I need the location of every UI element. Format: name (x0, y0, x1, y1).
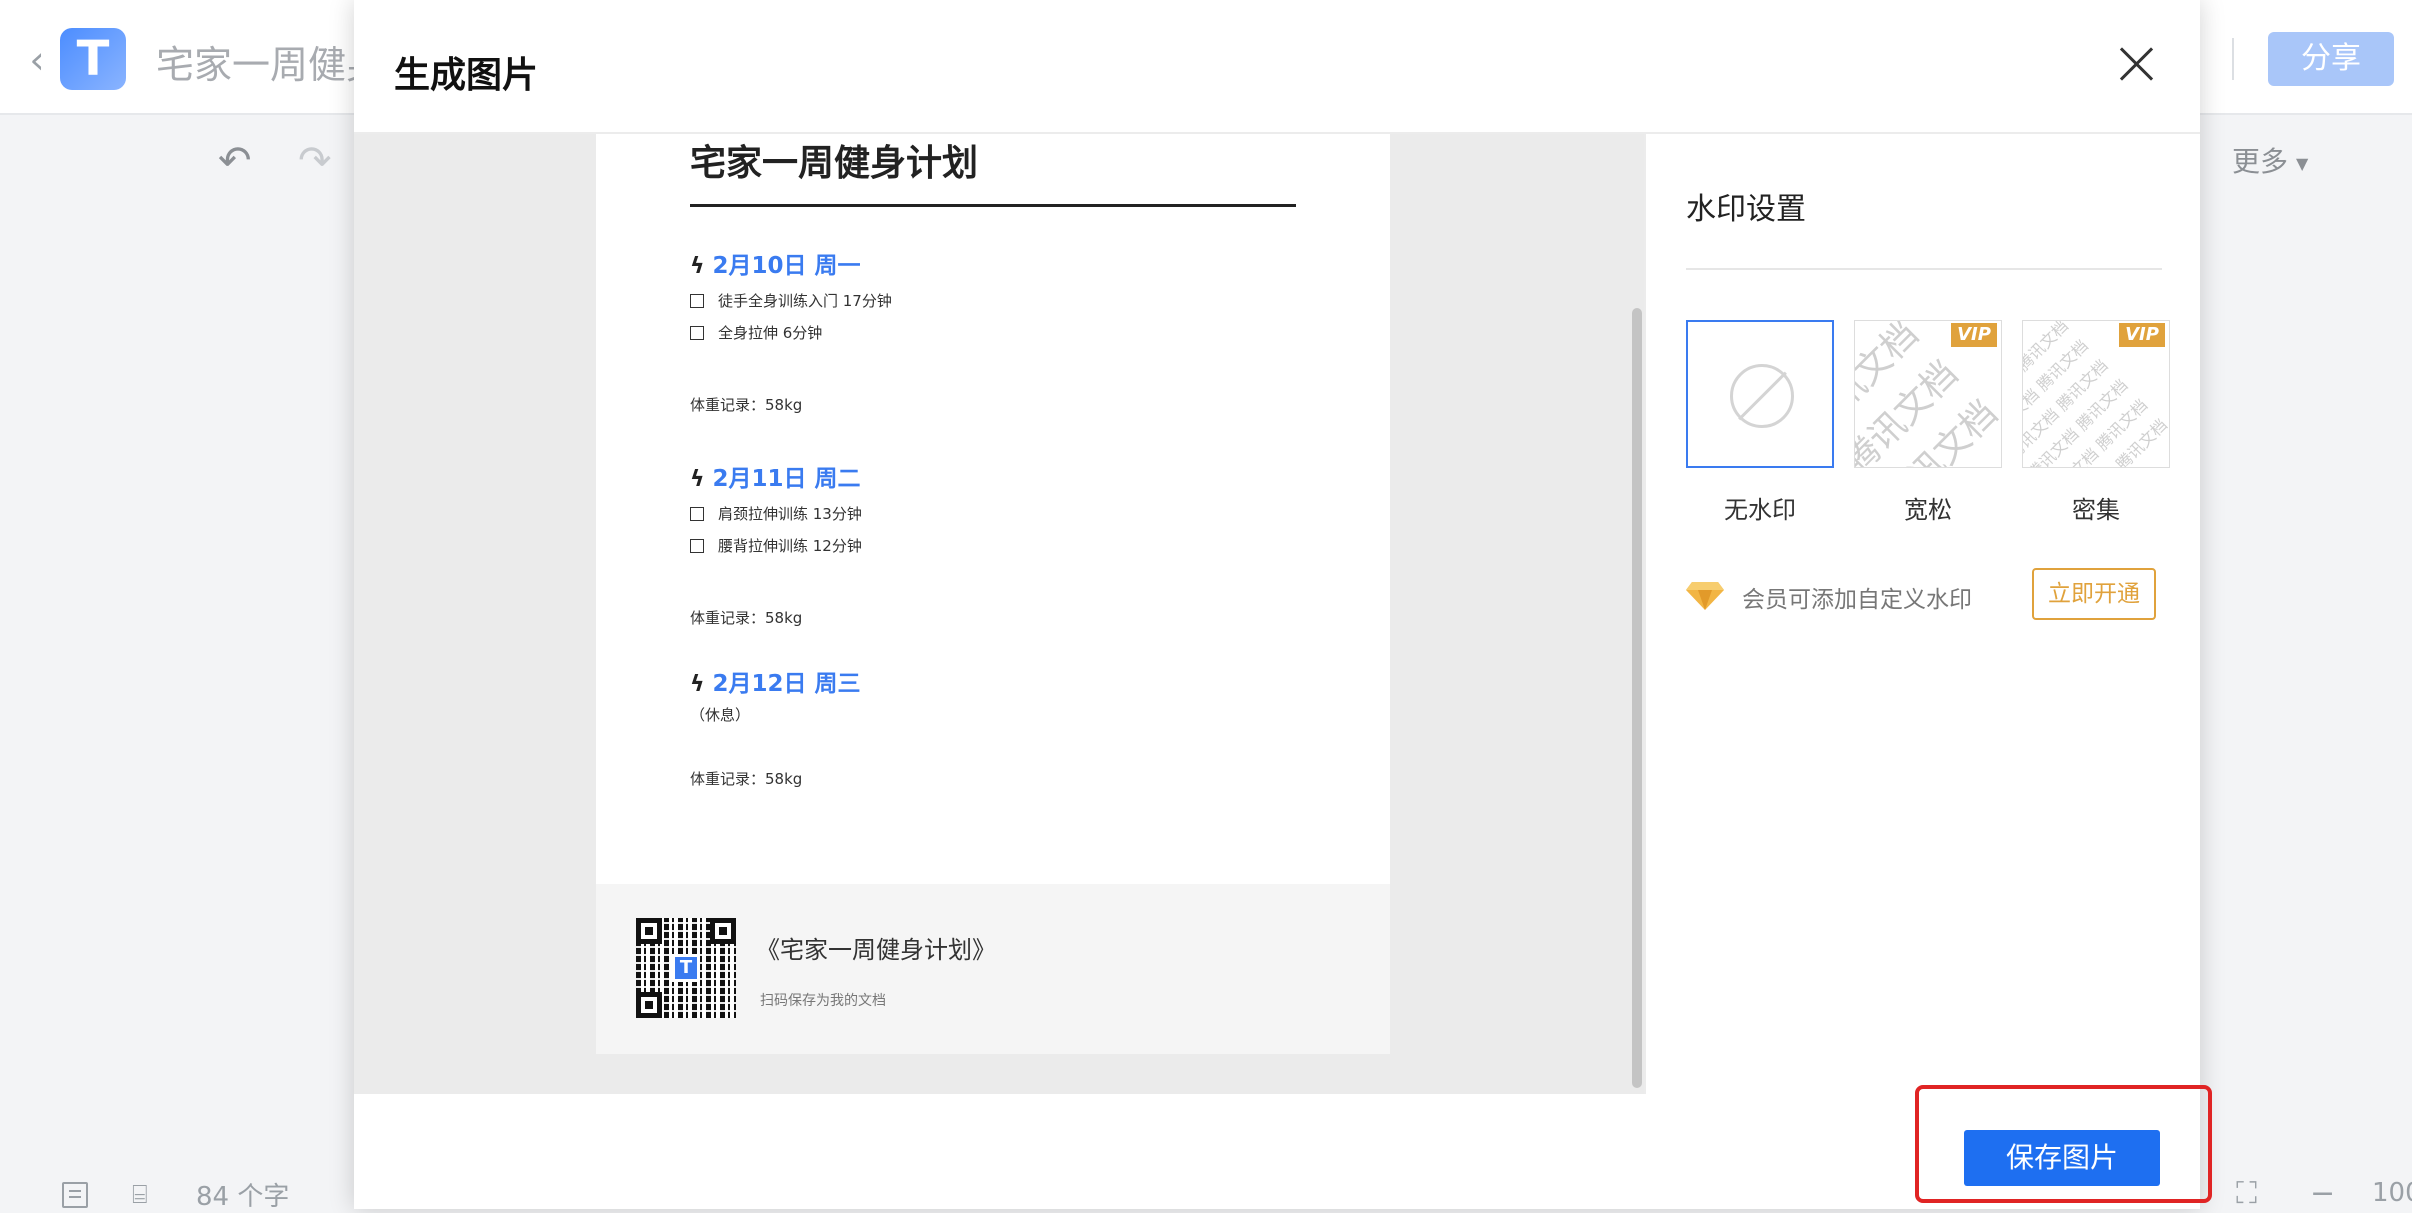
weight-note: 体重记录：58kg (690, 609, 803, 627)
footer-doc-title: 《宅家一周健身计划》 (756, 936, 996, 964)
preview-scrollbar[interactable] (1632, 308, 1642, 1088)
document-title[interactable]: 宅家一周健身 (156, 34, 384, 89)
save-button-highlight (1915, 1085, 2212, 1203)
share-button[interactable]: 分享 (2268, 32, 2394, 86)
task-item: 肩颈拉伸训练 13分钟 (690, 503, 862, 524)
vip-badge: VIP (1951, 323, 1997, 347)
watermark-label-none[interactable]: 无水印 (1686, 490, 1834, 525)
footer-subtitle: 扫码保存为我的文档 (760, 993, 886, 1009)
outline-icon[interactable] (62, 1182, 88, 1208)
vip-badge: VIP (2119, 323, 2165, 347)
day-title-text: 2月11日 周二 (712, 466, 861, 492)
task-item: 徒手全身训练入门 17分钟 (690, 290, 892, 311)
rest-note: （休息） (690, 706, 751, 724)
day-title: ϟ 2月12日 周三 (690, 664, 861, 698)
task-item: 腰背拉伸训练 12分钟 (690, 535, 862, 556)
day-title: ϟ 2月11日 周二 (690, 459, 861, 493)
task-item: 全身拉伸 6分钟 (690, 322, 822, 343)
caret-down-icon: ▼ (2296, 153, 2309, 173)
day-title-text: 2月10日 周一 (712, 253, 861, 279)
lightning-icon: ϟ (690, 672, 705, 697)
member-promo-text: 会员可添加自定义水印 (1742, 587, 1972, 613)
task-text: 徒手全身训练入门 17分钟 (718, 292, 892, 310)
qr-finder (636, 918, 662, 944)
checkbox[interactable] (690, 539, 704, 553)
watermark-label-dense[interactable]: 密集 (2022, 490, 2170, 525)
open-membership-button[interactable]: 立即开通 (2032, 568, 2156, 620)
task-text: 全身拉伸 6分钟 (718, 324, 823, 342)
preview-footer: T 《宅家一周健身计划》 扫码保存为我的文档 (596, 884, 1390, 1054)
lightning-icon: ϟ (690, 467, 705, 492)
generate-image-dialog: 生成图片 宅家一周健身计划 ϟ 2月10日 周一 徒手全身训练入门 17分钟 全身… (354, 0, 2200, 1209)
qr-finder (710, 918, 736, 944)
checkbox[interactable] (690, 326, 704, 340)
close-icon[interactable] (2116, 44, 2156, 84)
watermark-settings-panel: 水印设置 腾讯文档 腾讯文档 腾讯文档 VIP 腾讯文档 腾讯文档 腾讯文档 腾… (1644, 134, 2200, 1094)
chevron-left-icon[interactable]: ‹ (20, 40, 54, 80)
image-preview-area[interactable]: 宅家一周健身计划 ϟ 2月10日 周一 徒手全身训练入门 17分钟 全身拉伸 6分… (354, 134, 1644, 1094)
qr-logo-icon: T (672, 954, 700, 982)
watermark-option-dense[interactable]: 腾讯文档 腾讯文档 腾讯文档 腾讯文档 腾讯文档 腾讯文档 腾讯文档 腾讯文档 … (2022, 320, 2170, 468)
diamond-icon (1686, 582, 1724, 610)
task-text: 腰背拉伸训练 12分钟 (718, 537, 862, 555)
zoom-level[interactable]: 100 (2372, 1178, 2412, 1208)
dialog-header: 生成图片 (354, 0, 2200, 134)
lightning-icon: ϟ (690, 254, 705, 279)
more-label: 更多 (2232, 145, 2289, 178)
day-title-text: 2月12日 周三 (712, 671, 861, 697)
day-title: ϟ 2月10日 周一 (690, 246, 861, 280)
heading-divider (690, 204, 1296, 207)
preview-heading: 宅家一周健身计划 (690, 143, 979, 184)
tencent-docs-logo-icon[interactable]: T (60, 28, 126, 90)
watermark-title: 水印设置 (1686, 192, 1806, 227)
redo-icon[interactable]: ↷ (298, 138, 332, 184)
no-watermark-icon (1730, 364, 1794, 428)
page-icon[interactable]: ⌸ (132, 1180, 148, 1211)
watermark-option-loose[interactable]: 腾讯文档 腾讯文档 腾讯文档 VIP (1854, 320, 2002, 468)
dialog-title: 生成图片 (394, 55, 539, 96)
task-text: 肩颈拉伸训练 13分钟 (718, 505, 862, 523)
checkbox[interactable] (690, 294, 704, 308)
qr-finder (636, 992, 662, 1018)
panel-divider (1686, 268, 2162, 270)
more-menu[interactable]: 更多 ▼ (2232, 140, 2308, 180)
checkbox[interactable] (690, 507, 704, 521)
topbar-divider (2232, 38, 2234, 80)
zoom-out-icon[interactable]: − (2310, 1176, 2335, 1211)
undo-icon[interactable]: ↶ (218, 138, 252, 184)
fullscreen-icon[interactable]: ⛶ (2236, 1176, 2257, 1211)
watermark-label-loose[interactable]: 宽松 (1854, 490, 2002, 525)
qr-code-icon: T (636, 918, 736, 1018)
member-promo: 会员可添加自定义水印 立即开通 (1686, 568, 2166, 624)
word-count: 84 个字 (196, 1182, 290, 1212)
weight-note: 体重记录：58kg (690, 770, 803, 788)
preview-document: 宅家一周健身计划 ϟ 2月10日 周一 徒手全身训练入门 17分钟 全身拉伸 6分… (596, 134, 1390, 1054)
weight-note: 体重记录：58kg (690, 396, 803, 414)
watermark-option-none[interactable] (1686, 320, 1834, 468)
